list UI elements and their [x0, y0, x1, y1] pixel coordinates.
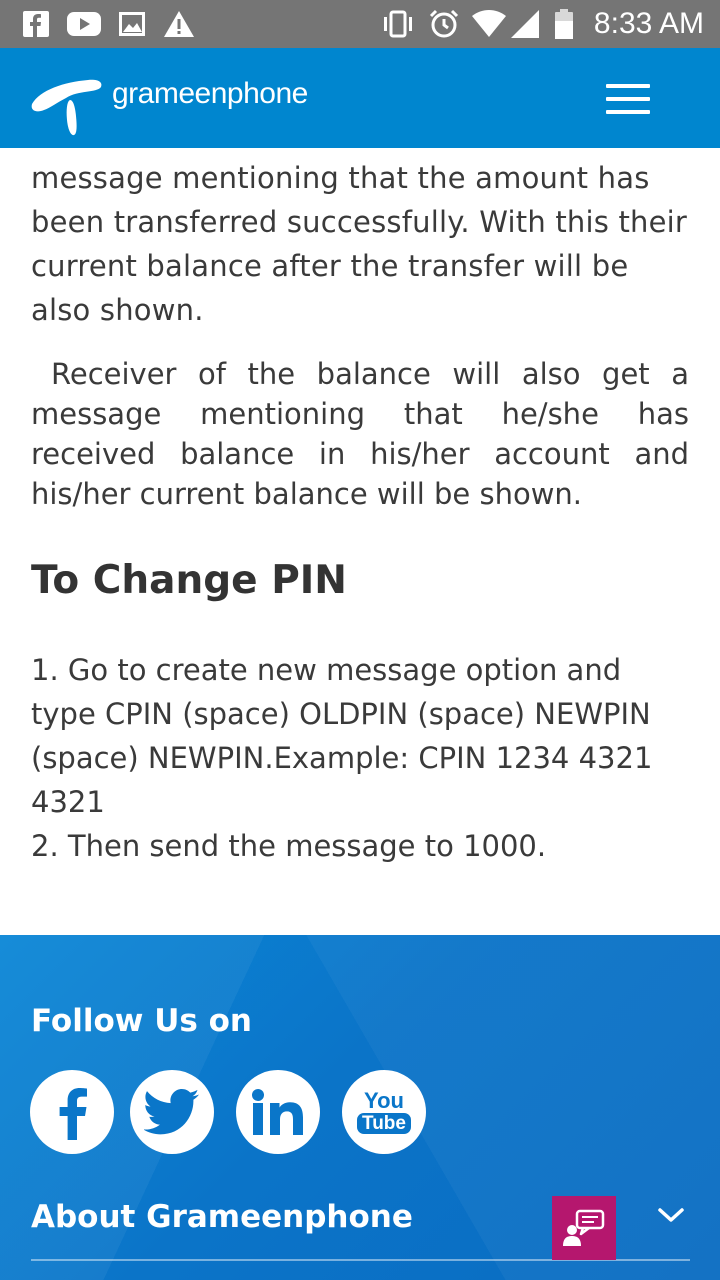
linkedin-icon[interactable]	[236, 1070, 320, 1154]
section-title-change-pin: To Change PIN	[31, 558, 347, 603]
twitter-icon[interactable]	[130, 1070, 214, 1154]
facebook-icon[interactable]	[30, 1070, 114, 1154]
youtube-icon[interactable]: You Tube	[342, 1070, 426, 1154]
youtube-logo-text: You Tube	[357, 1090, 411, 1134]
warning-icon	[162, 10, 196, 38]
change-pin-steps: 1. Go to create new message option and t…	[31, 648, 689, 868]
brand-name: grameenphone	[112, 77, 308, 110]
facebook-notification-icon	[22, 10, 50, 38]
chat-support-icon[interactable]	[552, 1196, 616, 1260]
grameenphone-logo[interactable]: grameenphone	[30, 60, 308, 136]
chevron-down-icon[interactable]	[656, 1205, 686, 1225]
wifi-icon	[472, 10, 506, 38]
youtube-notification-icon	[66, 10, 102, 38]
status-time: 8:33 AM	[593, 7, 704, 40]
telenor-logo-icon	[31, 79, 102, 136]
youtube-label-bottom: Tube	[357, 1113, 411, 1134]
step-item: 2. Then send the message to 1000.	[31, 829, 547, 863]
signal-icon	[510, 10, 540, 38]
paragraph-transfer-confirmation: message mentioning that the amount has b…	[31, 161, 688, 327]
follow-us-heading: Follow Us on	[31, 1003, 252, 1039]
step-item: 1. Go to create new message option and t…	[31, 653, 653, 819]
battery-icon	[554, 9, 574, 39]
vibrate-icon	[380, 10, 416, 38]
alarm-icon	[428, 9, 460, 38]
article-content: message mentioning that the amount has b…	[31, 148, 689, 868]
about-grameenphone-label: About Grameenphone	[31, 1199, 413, 1235]
hamburger-menu-icon[interactable]	[606, 82, 652, 116]
image-notification-icon	[118, 10, 146, 38]
youtube-label-top: You	[364, 1088, 404, 1113]
paragraph-receiver-message: Receiver of the balance will also get a …	[31, 357, 689, 511]
status-bar: 8:33 AM	[0, 0, 720, 48]
site-footer: Follow Us on You Tube About Grameenphone	[0, 935, 720, 1280]
site-header: grameenphone	[0, 48, 720, 148]
